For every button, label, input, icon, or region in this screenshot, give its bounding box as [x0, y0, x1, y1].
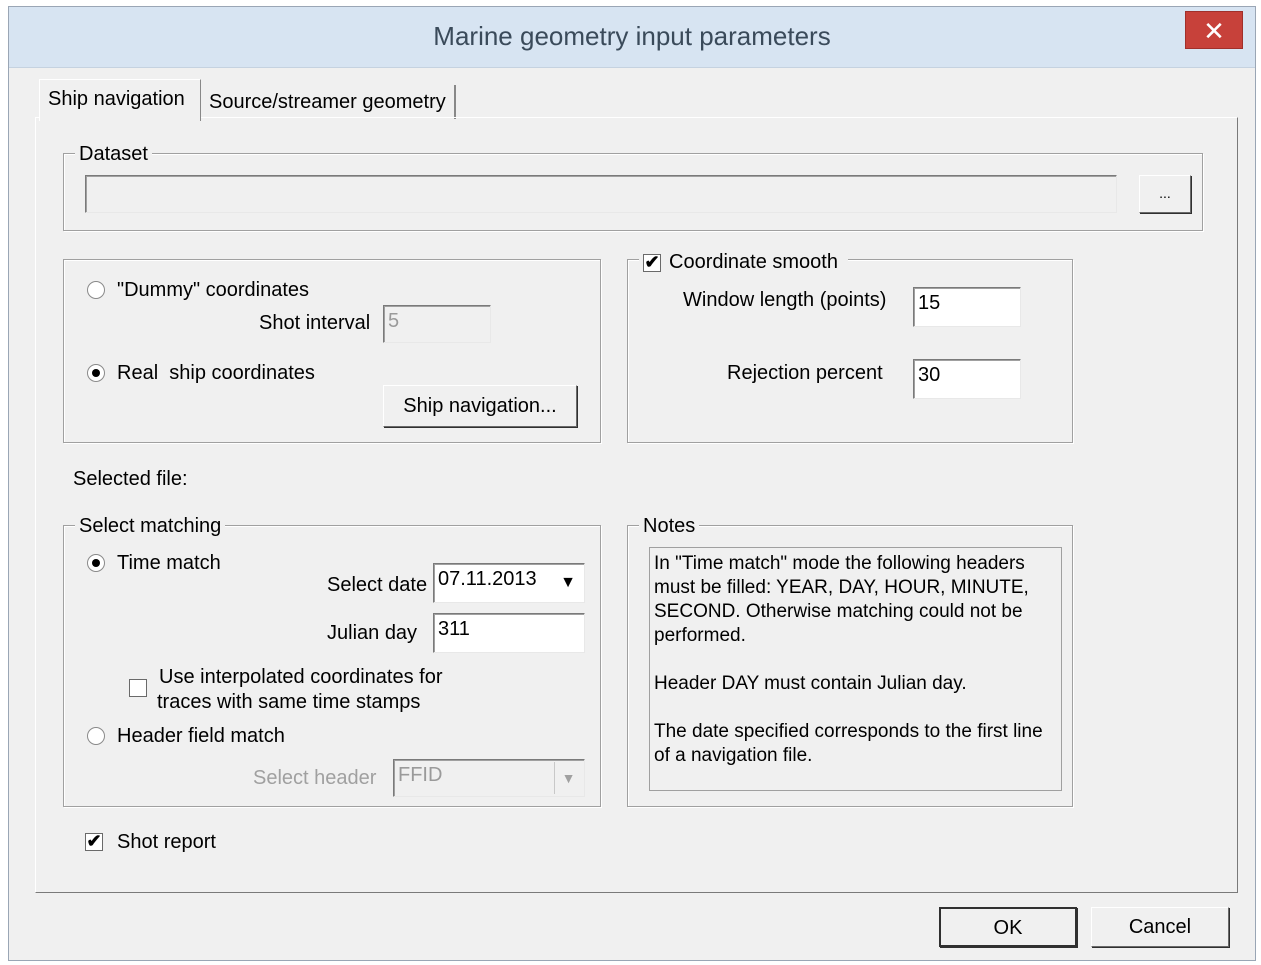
select-date-value: 07.11.2013: [438, 568, 537, 590]
rejection-percent-label: Rejection percent: [727, 362, 883, 384]
window-length-value: 15: [918, 292, 941, 314]
cancel-button-label: Cancel: [1128, 916, 1192, 938]
checkmark-icon: ✔: [644, 251, 660, 272]
window-length-label: Window length (points): [683, 289, 887, 311]
coordinate-smooth-legend: ✔ Coordinate smooth: [639, 251, 848, 273]
shot-report-label: Shot report: [117, 831, 216, 853]
notes-paragraph-1: In "Time match" mode the following heade…: [654, 553, 1029, 646]
time-match-radio[interactable]: [87, 554, 105, 572]
ship-navigation-button[interactable]: Ship navigation...: [383, 385, 577, 427]
notes-text: In "Time match" mode the following heade…: [649, 547, 1062, 791]
ok-button-label: OK: [993, 917, 1023, 939]
chevron-down-icon[interactable]: ▼: [554, 762, 582, 794]
select-header-label: Select header: [253, 767, 377, 789]
coordinate-smooth-label: Coordinate smooth: [669, 251, 838, 273]
dataset-legend: Dataset: [75, 143, 152, 165]
rejection-percent-input[interactable]: 30: [913, 359, 1021, 399]
chevron-down-icon[interactable]: ▼: [554, 566, 582, 600]
time-match-label: Time match: [117, 552, 221, 574]
browse-button[interactable]: ...: [1139, 175, 1191, 213]
interpolated-coordinates-label-line1: Use interpolated coordinates for: [159, 666, 443, 688]
coordinate-smooth-checkbox[interactable]: ✔: [643, 251, 661, 272]
selected-file-label: Selected file:: [73, 468, 188, 490]
shot-interval-input[interactable]: 5: [383, 305, 491, 343]
cancel-button[interactable]: Cancel: [1091, 907, 1229, 947]
dataset-path-input[interactable]: [85, 175, 1117, 213]
julian-day-input[interactable]: 311: [433, 613, 585, 653]
notes-paragraph-2: Header DAY must contain Julian day.: [654, 673, 967, 694]
ship-navigation-button-label: Ship navigation...: [403, 395, 557, 417]
julian-day-value: 311: [438, 618, 470, 640]
notes-paragraph-3: The date specified corresponds to the fi…: [654, 721, 1043, 766]
tab-ship-navigation[interactable]: Ship navigation: [39, 79, 201, 121]
shot-interval-label: Shot interval: [259, 312, 371, 334]
dummy-coordinates-radio[interactable]: [87, 281, 105, 299]
select-date-label: Select date: [327, 574, 428, 596]
window-length-input[interactable]: 15: [913, 287, 1021, 327]
select-header-value: FFID: [398, 764, 443, 786]
window-title: Marine geometry input parameters: [433, 21, 831, 51]
julian-day-label: Julian day: [327, 622, 418, 644]
header-field-match-radio[interactable]: [87, 727, 105, 745]
interpolated-coordinates-label-line2: traces with same time stamps: [157, 691, 421, 713]
rejection-percent-value: 30: [918, 364, 941, 386]
shot-report-checkbox[interactable]: ✔: [85, 831, 103, 851]
shot-interval-value: 5: [388, 310, 400, 332]
tab-source-streamer-geometry[interactable]: Source/streamer geometry: [201, 85, 456, 119]
interpolated-coordinates-checkbox[interactable]: [129, 679, 147, 697]
select-matching-legend: Select matching: [75, 515, 226, 537]
header-field-match-label: Header field match: [117, 725, 285, 747]
close-button[interactable]: ✕: [1185, 11, 1243, 49]
notes-legend: Notes: [639, 515, 700, 537]
close-icon: ✕: [1203, 16, 1225, 46]
real-ship-coordinates-radio[interactable]: [87, 364, 105, 382]
dummy-coordinates-label: "Dummy" coordinates: [117, 279, 310, 301]
select-date-picker[interactable]: 07.11.2013 ▼: [433, 563, 585, 603]
real-ship-coordinates-label: Real ship coordinates: [117, 362, 315, 384]
select-header-dropdown[interactable]: FFID ▼: [393, 759, 585, 797]
dialog-window: Marine geometry input parameters ✕ Ship …: [8, 6, 1256, 961]
checkmark-icon: ✔: [86, 831, 102, 851]
ok-button[interactable]: OK: [939, 907, 1077, 947]
title-bar[interactable]: Marine geometry input parameters ✕: [9, 7, 1255, 68]
browse-button-label: ...: [1159, 185, 1171, 201]
